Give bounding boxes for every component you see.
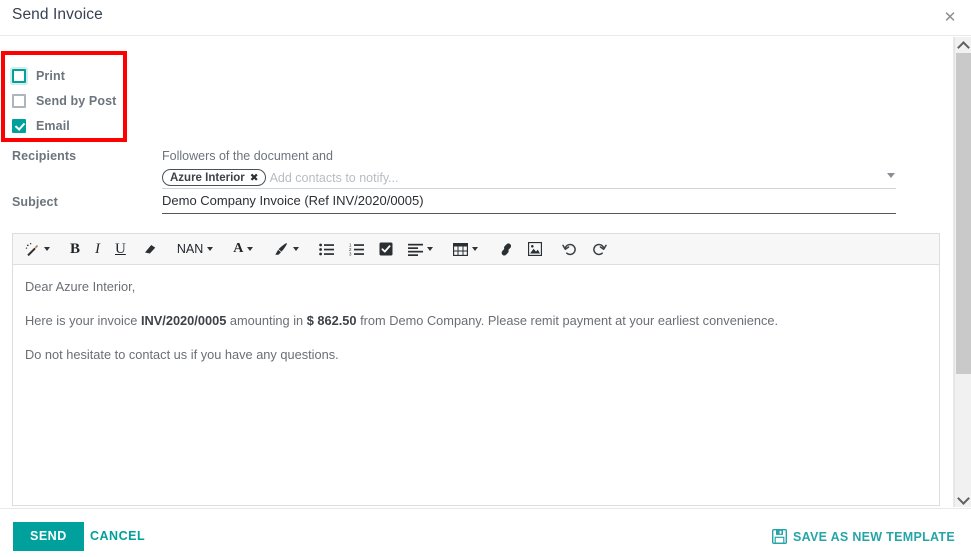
table-icon[interactable] [450, 238, 481, 260]
unordered-list-icon[interactable] [316, 238, 337, 260]
option-row-print[interactable]: Print [12, 63, 122, 88]
followers-text: Followers of the document and [162, 149, 333, 163]
style-magic-wand-icon[interactable] [22, 238, 53, 260]
option-row-email[interactable]: Email [12, 113, 122, 138]
subject-input[interactable]: Demo Company Invoice (Ref INV/2020/0005) [162, 192, 896, 214]
send-button[interactable]: SEND [13, 522, 84, 551]
scroll-down-arrow-icon[interactable] [955, 491, 971, 507]
invoice-reference: INV/2020/0005 [140, 313, 227, 328]
dialog-header: Send Invoice ✕ [0, 0, 971, 36]
paragraph-suffix: from Demo Company. Please remit payment … [356, 313, 779, 328]
send-by-post-label: Send by Post [36, 93, 117, 108]
chevron-down-icon [293, 247, 300, 251]
subject-label: Subject [12, 195, 58, 209]
chevron-down-icon [207, 247, 214, 251]
close-icon[interactable]: ✕ [937, 4, 963, 30]
recipients-field: Followers of the document and Azure Inte… [162, 148, 896, 189]
vertical-scrollbar[interactable] [954, 37, 971, 507]
recipient-tag-label: Azure Interior [170, 171, 245, 184]
recipients-label: Recipients [12, 149, 77, 163]
invoice-amount: $ 862.50 [306, 313, 357, 328]
image-icon[interactable] [525, 238, 545, 260]
background-color-brush-icon[interactable] [270, 238, 302, 260]
paragraph-prefix: Here is your invoice [25, 313, 141, 328]
dialog-title: Send Invoice [12, 6, 103, 23]
undo-icon[interactable] [559, 238, 580, 260]
align-icon[interactable] [405, 238, 436, 260]
recipients-placeholder-text: Add contacts to notify... [269, 170, 399, 185]
dialog-footer: SEND CANCEL SAVE AS NEW TEMPLATE [0, 508, 971, 557]
remove-format-eraser-icon[interactable] [138, 238, 160, 260]
checklist-icon[interactable] [376, 238, 396, 260]
redo-icon[interactable] [589, 238, 610, 260]
dialog-body: Print Send by Post Email Recipients Foll… [0, 37, 954, 507]
link-icon[interactable] [495, 238, 516, 260]
chevron-down-icon [247, 247, 254, 251]
editor-closing: Do not hesitate to contact us if you hav… [25, 347, 339, 362]
print-label: Print [36, 68, 65, 83]
subject-value: Demo Company Invoice (Ref INV/2020/0005) [162, 193, 424, 208]
recipients-tag-row[interactable]: Azure Interior ✖ Add contacts to notify.… [162, 167, 896, 189]
option-row-send-by-post[interactable]: Send by Post [12, 88, 122, 113]
bold-button[interactable]: B [67, 238, 83, 260]
cancel-button[interactable]: CANCEL [80, 522, 155, 551]
floppy-disk-icon [771, 529, 793, 544]
save-as-new-template-button[interactable]: SAVE AS NEW TEMPLATE [771, 522, 955, 551]
delivery-options-group: Print Send by Post Email [12, 63, 122, 138]
chevron-down-icon[interactable] [887, 173, 895, 178]
font-size-value: NAN [176, 242, 204, 256]
scrollbar-thumb[interactable] [956, 53, 971, 374]
print-checkbox[interactable] [12, 68, 26, 83]
ordered-list-icon[interactable]: 123 [346, 238, 367, 260]
underline-button[interactable]: U [112, 238, 129, 260]
editor-main-paragraph: Here is your invoice INV/2020/0005 amoun… [25, 313, 927, 329]
chevron-down-icon [472, 247, 479, 251]
send-by-post-checkbox[interactable] [12, 93, 26, 108]
font-color-dropdown[interactable]: A [230, 238, 256, 260]
font-color-label: A [233, 241, 244, 256]
paragraph-middle: amounting in [226, 313, 307, 328]
recipient-tag-remove-icon[interactable]: ✖ [250, 172, 259, 184]
editor-toolbar: B I U NAN A 1 2 3 [13, 234, 939, 265]
font-size-dropdown[interactable]: NAN [174, 238, 216, 260]
email-label: Email [36, 118, 70, 133]
save-as-new-template-label: SAVE AS NEW TEMPLATE [792, 529, 955, 544]
email-checkbox[interactable] [12, 118, 26, 133]
recipient-tag[interactable]: Azure Interior ✖ [162, 169, 266, 186]
email-body-editor: B I U NAN A 1 2 3 Dear Azure Interior, H… [12, 233, 940, 506]
chevron-down-icon [427, 247, 434, 251]
scroll-up-arrow-icon[interactable] [955, 37, 971, 53]
editor-greeting: Dear Azure Interior, [25, 279, 136, 294]
editor-content[interactable]: Dear Azure Interior, Here is your invoic… [13, 265, 939, 506]
svg-text:3: 3 [349, 251, 352, 255]
chevron-down-icon [44, 247, 50, 251]
send-invoice-dialog: Send Invoice ✕ Print Send by Post Email … [0, 0, 971, 557]
italic-button[interactable]: I [92, 238, 103, 260]
